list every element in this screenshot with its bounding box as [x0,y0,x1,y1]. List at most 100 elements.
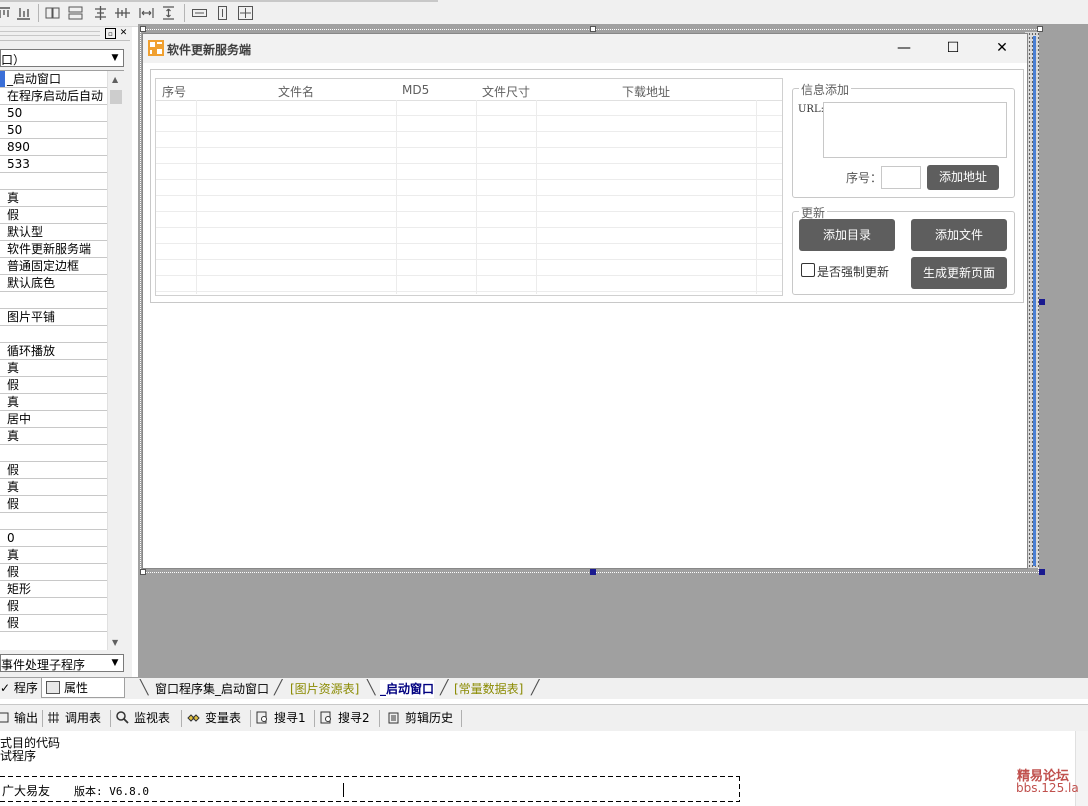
property-value-row[interactable]: 假 [0,462,107,479]
list-column-divider [396,100,397,294]
property-value-row[interactable]: 假 [0,377,107,394]
form-title-bar[interactable]: 软件更新服务端 — ☐ ✕ [143,34,1027,63]
property-value-row[interactable] [0,445,107,462]
tab-startup-window[interactable]: _启动窗口 [380,680,435,698]
property-value-row[interactable]: 真 [0,394,107,411]
same-width-icon[interactable] [44,5,61,21]
seq-input[interactable] [881,166,921,189]
minimize-button[interactable]: — [880,34,928,62]
tab-property[interactable]: 属性 [41,678,125,698]
url-textarea[interactable] [823,102,1007,158]
add-file-button[interactable]: 添加文件 [911,219,1007,251]
watch-table-tab[interactable]: 监视表 [116,710,170,727]
tab-image-resources[interactable]: [图片资源表] [290,680,359,698]
property-value-row[interactable]: 假 [0,564,107,581]
property-value-row[interactable]: 循环播放 [0,343,107,360]
property-value-row[interactable]: 真 [0,428,107,445]
fit-width-icon[interactable] [191,5,208,21]
property-value-row[interactable]: _启动窗口 [0,71,107,88]
event-handler-combo[interactable]: 事件处理子程序 ▼ [0,654,124,672]
tab-program[interactable]: ✓ 程序 [0,678,40,698]
generate-update-page-button[interactable]: 生成更新页面 [911,257,1007,289]
call-table-tab[interactable]: 调用表 [47,710,101,727]
scroll-up-icon[interactable]: ▲ [112,75,118,84]
tab-constant-table[interactable]: [常量数据表] [454,680,523,698]
panel-close-icon[interactable]: ✕ [118,28,129,39]
property-value-row[interactable] [0,326,107,343]
property-value-row[interactable] [0,173,107,190]
resize-handle-top-right[interactable] [1037,26,1043,32]
tab-program-set[interactable]: 窗口程序集_启动窗口 [155,680,269,698]
chevron-down-icon[interactable]: ▼ [108,51,122,65]
resize-handle-bottom-left[interactable] [140,569,146,575]
resize-handle-top-left[interactable] [140,26,146,32]
app-logo-icon [148,40,164,56]
property-value-row[interactable]: 真 [0,190,107,207]
property-value-row[interactable]: 0 [0,530,107,547]
property-value-row[interactable]: 软件更新服务端 [0,241,107,258]
add-directory-button[interactable]: 添加目录 [799,219,895,251]
resize-handle-bottom[interactable] [590,569,596,575]
same-height-icon[interactable] [67,5,84,21]
property-value-row[interactable]: 真 [0,479,107,496]
property-value-row[interactable]: 默认型 [0,224,107,241]
panel-grip[interactable] [0,31,100,36]
property-value-row[interactable]: 普通固定边框 [0,258,107,275]
fit-height-icon[interactable] [214,5,231,21]
panel-restore-icon[interactable]: ▫ [105,28,116,39]
list-header-filename[interactable]: 文件名 [278,83,314,100]
center-vertical-icon[interactable] [92,5,109,21]
property-value-row[interactable]: 假 [0,615,107,632]
clip-history-tab[interactable]: 剪辑历史 [387,710,453,727]
list-header-url[interactable]: 下载地址 [622,83,670,100]
property-value-row[interactable]: 假 [0,496,107,513]
tab-separator: ╱ [531,680,540,696]
property-value-row[interactable]: 在程序启动后自动 [0,88,107,105]
property-value-row[interactable]: 假 [0,598,107,615]
form-window[interactable]: 软件更新服务端 — ☐ ✕ 序号 文件名 MD5 文件尺寸 下载地址 信息添加 … [142,33,1028,569]
property-value-row[interactable]: 50 [0,122,107,139]
property-value-row[interactable]: 假 [0,207,107,224]
watch-table-label: 监视表 [134,711,171,725]
property-value-row[interactable]: 真 [0,547,107,564]
variable-table-tab[interactable]: 变量表 [187,710,241,727]
scroll-down-icon[interactable]: ▼ [112,638,118,647]
search1-tab[interactable]: 搜寻1 [256,710,306,727]
clipboard-icon [388,712,399,724]
resize-handle-right[interactable] [1039,299,1045,305]
scroll-thumb[interactable] [110,90,122,104]
object-selector-combo[interactable]: 口） ▼ [0,49,124,67]
property-scrollbar[interactable]: ▲ ▼ [107,71,124,650]
property-value-row[interactable]: 矩形 [0,581,107,598]
property-value-row[interactable]: 居中 [0,411,107,428]
maximize-button[interactable]: ☐ [929,34,977,62]
close-button[interactable]: ✕ [978,34,1026,62]
center-form-icon[interactable] [237,5,254,21]
resize-handle-top[interactable] [590,26,596,32]
center-horizontal-icon[interactable] [114,5,131,21]
property-value-row[interactable] [0,292,107,309]
chevron-down-icon[interactable]: ▼ [108,656,122,670]
list-header-filesize[interactable]: 文件尺寸 [482,83,530,100]
output-pane[interactable]: 式目的代码 试程序 广大易友 版本: V6.8.0 [0,731,1088,806]
output-tab[interactable]: 输出 [0,710,38,727]
property-value-row[interactable]: 图片平铺 [0,309,107,326]
property-value-row[interactable] [0,513,107,530]
h-spacing-icon[interactable] [138,5,155,21]
property-value-row[interactable]: 真 [0,360,107,377]
add-url-button[interactable]: 添加地址 [927,165,999,190]
align-top-icon[interactable] [0,5,12,21]
output-tab-label: 输出 [14,711,39,725]
list-header-seq[interactable]: 序号 [162,83,186,100]
form-edge-strip [1033,36,1036,566]
force-update-checkbox[interactable] [801,263,815,277]
list-header-md5[interactable]: MD5 [402,83,429,97]
property-value-row[interactable]: 533 [0,156,107,173]
v-spacing-icon[interactable] [160,5,177,21]
search2-tab[interactable]: 搜寻2 [320,710,370,727]
align-bottom-icon[interactable] [15,5,32,21]
property-value-row[interactable]: 默认底色 [0,275,107,292]
property-value-row[interactable]: 50 [0,105,107,122]
resize-handle-bottom-right[interactable] [1039,569,1045,575]
property-value-row[interactable]: 890 [0,139,107,156]
